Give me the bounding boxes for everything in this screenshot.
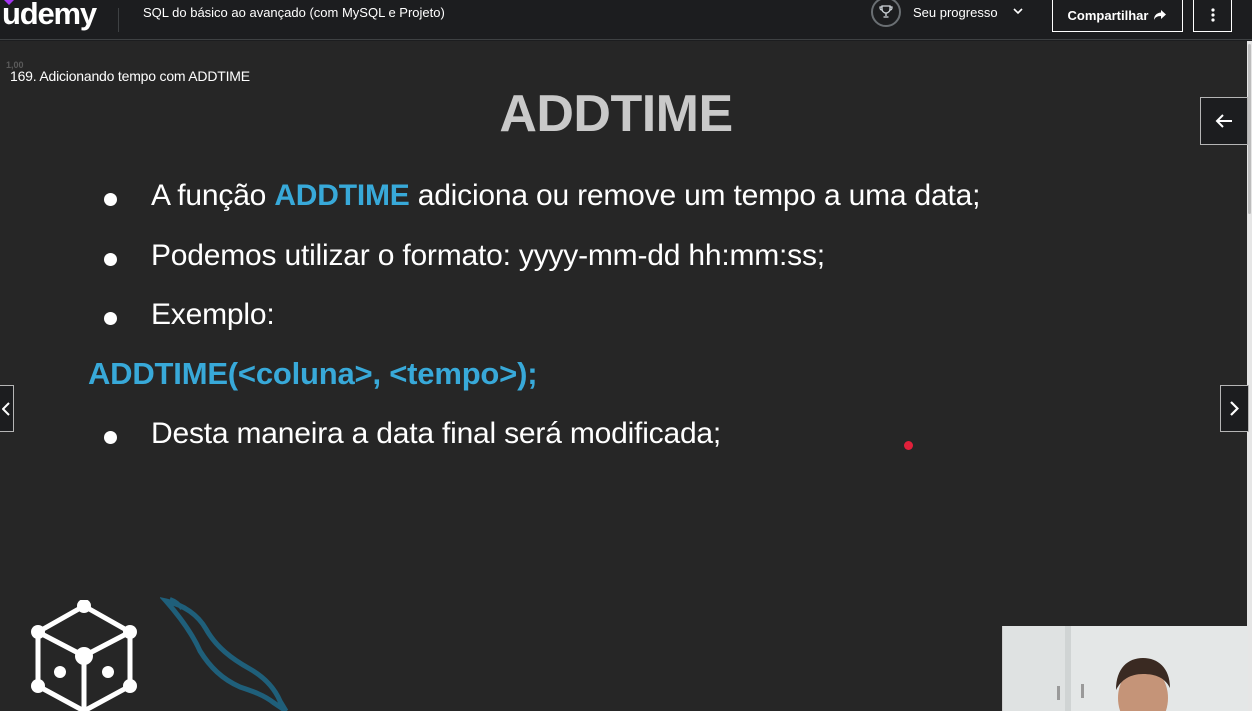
arrow-left-icon bbox=[1215, 114, 1232, 128]
laser-pointer-dot bbox=[904, 441, 913, 450]
code-example: ADDTIME(<coluna>, <tempo>); bbox=[88, 356, 538, 391]
top-bar: udemy SQL do básico ao avançado (com MyS… bbox=[0, 0, 1252, 40]
header-divider bbox=[118, 8, 119, 32]
slide-bullet-1: A função ADDTIME adiciona ou remove um t… bbox=[151, 179, 980, 213]
previous-lecture-button[interactable] bbox=[0, 385, 14, 432]
more-vertical-icon bbox=[1210, 8, 1215, 22]
lecture-title: 169. Adicionando tempo com ADDTIME bbox=[10, 68, 250, 84]
bullet-1-prefix: A função bbox=[151, 179, 275, 212]
progress-label[interactable]: Seu progresso bbox=[913, 5, 998, 20]
share-button[interactable]: Compartilhar bbox=[1052, 0, 1183, 32]
webcam-frame bbox=[1003, 626, 1248, 711]
mysql-dolphin-logo bbox=[160, 597, 289, 711]
bullet-dot bbox=[104, 193, 117, 206]
chevron-left-icon bbox=[2, 401, 10, 416]
bullet-1-highlight: ADDTIME bbox=[274, 179, 410, 212]
bullet-dot bbox=[104, 431, 117, 444]
chevron-down-icon[interactable] bbox=[1012, 5, 1024, 17]
chevron-right-icon bbox=[1230, 401, 1239, 416]
share-arrow-icon bbox=[1154, 10, 1167, 20]
bullet-dot bbox=[104, 312, 117, 325]
slide-bullet-4: Desta maneira a data final será modifica… bbox=[151, 417, 722, 450]
cube-network-logo bbox=[31, 600, 137, 711]
course-title[interactable]: SQL do básico ao avançado (com MySQL e P… bbox=[143, 5, 445, 20]
udemy-logo[interactable]: udemy bbox=[2, 0, 97, 32]
share-button-label: Compartilhar bbox=[1067, 7, 1149, 23]
instructor-webcam bbox=[1002, 626, 1248, 711]
back-button[interactable] bbox=[1200, 97, 1248, 145]
bullet-dot bbox=[104, 253, 117, 266]
more-options-button[interactable] bbox=[1193, 0, 1232, 32]
scrollbar-thumb[interactable] bbox=[1248, 44, 1251, 214]
bullet-1-suffix: adiciona ou remove um tempo a uma data; bbox=[409, 179, 981, 212]
slide-title: ADDTIME bbox=[499, 85, 733, 143]
next-lecture-button[interactable] bbox=[1220, 385, 1249, 432]
trophy-icon[interactable] bbox=[871, 0, 901, 27]
slide-bullet-2: Podemos utilizar o formato: yyyy-mm-dd h… bbox=[151, 239, 825, 272]
slide-bullet-3: Exemplo: bbox=[151, 298, 275, 331]
